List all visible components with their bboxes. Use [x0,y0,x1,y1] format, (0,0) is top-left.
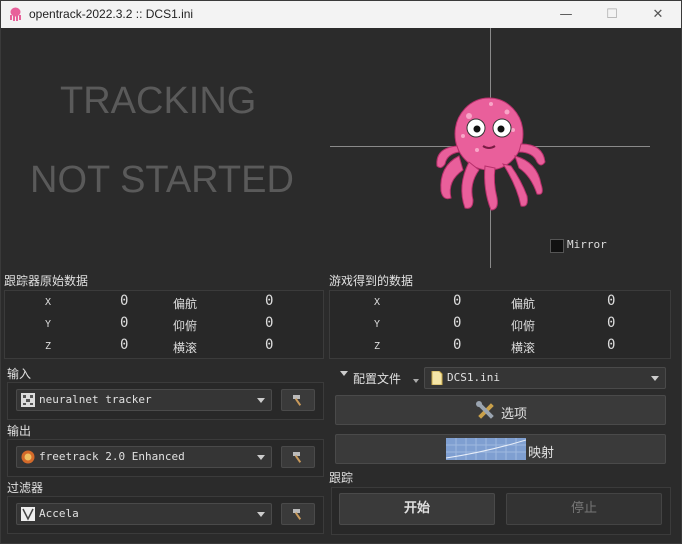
tracking-section-label: 跟踪 [329,471,354,485]
raw-yaw-label: 偏航 [173,297,198,311]
chevron-down-icon [651,376,659,381]
game-z-value: 0 [453,337,462,353]
game-yaw-value: 0 [607,293,616,309]
game-roll-label: 横滚 [511,341,536,355]
filter-section-label: 过滤器 [7,481,44,495]
chevron-down-icon [257,455,265,460]
protocol-select[interactable]: freetrack 2.0 Enhanced [16,446,272,468]
mapping-curve-icon [446,438,526,460]
raw-x-value: 0 [120,293,129,309]
hammer-icon [293,509,302,520]
game-pitch-label: 仰俯 [511,319,536,333]
protocol-select-value: freetrack 2.0 Enhanced [39,450,185,463]
file-icon [431,371,443,385]
tracker-select-value: neuralnet tracker [39,393,152,406]
window-title: opentrack-2022.3.2 :: DCS1.ini [29,7,194,21]
close-button[interactable]: ✕ [635,1,681,28]
raw-data-panel: X 0 偏航 0 Y 0 仰俯 0 Z 0 横滚 0 [4,290,324,359]
freetrack-icon [21,450,35,464]
protocol-settings-button[interactable] [281,446,315,468]
game-x-value: 0 [453,293,462,309]
tracker-video-area: TRACKING NOT STARTED Mirror [4,28,670,268]
chevron-down-icon [257,398,265,403]
options-button[interactable]: 选项 [335,395,666,425]
tools-icon [476,401,494,419]
output-section-label: 输出 [7,424,32,438]
game-data-panel: X 0 偏航 0 Y 0 仰俯 0 Z 0 横滚 0 [329,290,671,359]
profile-menu-button[interactable]: 配置文件 [353,370,401,387]
game-pitch-value: 0 [607,315,616,331]
mirror-label: Mirror [567,238,607,251]
hammer-icon [293,395,302,406]
status-line-1: TRACKING [60,80,257,122]
game-data-title: 游戏得到的数据 [329,274,414,288]
stop-button[interactable]: 停止 [506,493,662,525]
raw-x-label: X [45,297,52,308]
title-bar[interactable]: opentrack-2022.3.2 :: DCS1.ini — ☐ ✕ [1,1,681,28]
mirror-checkbox[interactable] [550,239,564,253]
raw-z-label: Z [45,341,52,352]
raw-z-value: 0 [120,337,129,353]
input-section-label: 输入 [7,367,32,381]
game-roll-value: 0 [607,337,616,353]
raw-yaw-value: 0 [265,293,274,309]
main-window: opentrack-2022.3.2 :: DCS1.ini — ☐ ✕ TRA… [0,0,682,544]
minimize-button[interactable]: — [543,1,589,28]
game-x-label: X [374,297,381,308]
filter-settings-button[interactable] [281,503,315,525]
raw-roll-label: 横滚 [173,341,198,355]
tracker-select[interactable]: neuralnet tracker [16,389,272,411]
neuralnet-icon [21,393,35,407]
status-line-2: NOT STARTED [30,159,294,201]
maximize-button[interactable]: ☐ [589,1,635,28]
raw-pitch-value: 0 [265,315,274,331]
mapping-label: 映射 [528,446,555,461]
filter-select-value: Accela [39,507,79,520]
game-z-label: Z [374,341,381,352]
chevron-down-icon [257,512,265,517]
mapping-button[interactable]: 映射 [335,434,666,464]
octopus-pose-icon [436,97,546,211]
tracker-settings-button[interactable] [281,389,315,411]
options-label: 选项 [501,407,528,422]
profile-select-value: DCS1.ini [447,371,500,384]
raw-pitch-label: 仰俯 [173,319,198,333]
profile-menu-arrow-icon[interactable] [340,371,348,376]
game-yaw-label: 偏航 [511,297,536,311]
start-button[interactable]: 开始 [339,493,495,525]
raw-data-title: 跟踪器原始数据 [4,274,89,288]
game-y-label: Y [374,319,381,330]
raw-y-value: 0 [120,315,129,331]
hammer-icon [293,452,302,463]
profile-select[interactable]: DCS1.ini [424,367,666,389]
raw-y-label: Y [45,319,52,330]
game-y-value: 0 [453,315,462,331]
octopus-app-icon [10,7,21,21]
filter-select[interactable]: Accela [16,503,272,525]
accela-icon [21,507,35,521]
profile-small-arrow-icon[interactable] [413,379,419,383]
raw-roll-value: 0 [265,337,274,353]
